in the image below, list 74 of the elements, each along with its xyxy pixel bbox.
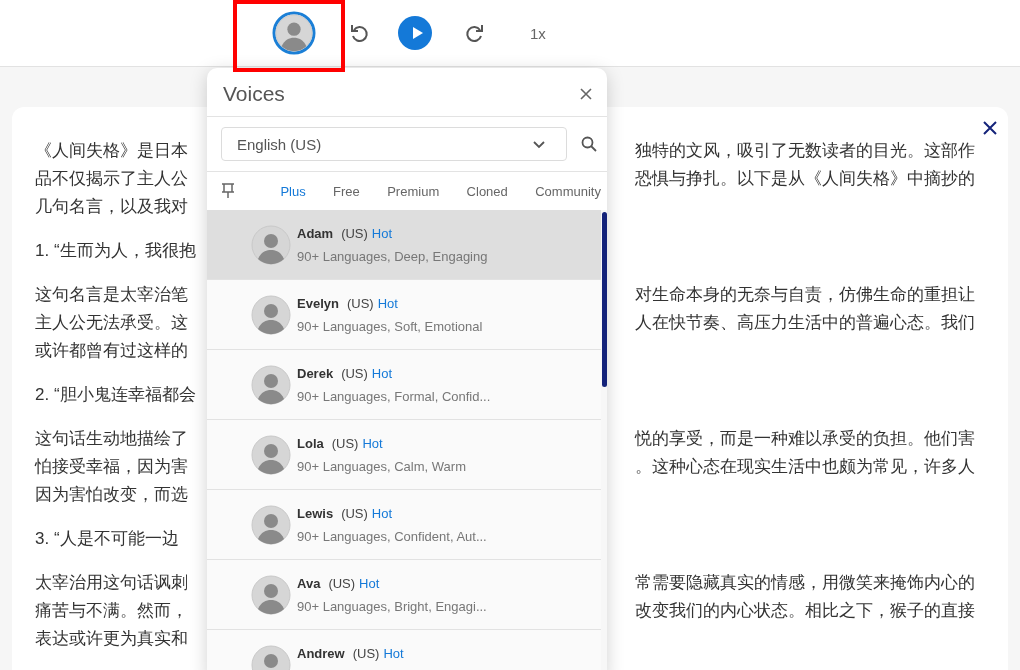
panel-title: Voices xyxy=(223,82,285,106)
voice-description: 90+ Languages, Deep, Engaging xyxy=(297,249,488,264)
voice-region: (US) xyxy=(341,506,368,521)
text-line: 这句名言是太宰治笔 xyxy=(35,284,188,306)
close-icon[interactable] xyxy=(580,88,592,100)
text-line: 3. “人是不可能一边 xyxy=(35,528,179,550)
voice-name: Lola xyxy=(297,436,324,451)
hot-label: Hot xyxy=(371,366,393,381)
speed-button[interactable]: 1x xyxy=(530,24,546,42)
voice-description: 90+ Languages, Confident, Aut... xyxy=(297,529,487,544)
text-line: 因为害怕改变，而选 xyxy=(35,484,188,506)
pin-icon[interactable] xyxy=(221,183,235,199)
play-button[interactable] xyxy=(398,16,432,50)
text-line: 这句话生动地描绘了 xyxy=(35,428,188,450)
avatar-icon[interactable] xyxy=(272,11,316,55)
tab[interactable]: Community xyxy=(535,179,601,203)
voice-region: (US) xyxy=(328,576,356,591)
rewind-icon[interactable] xyxy=(348,22,370,44)
voice-region: (US) xyxy=(346,296,374,311)
avatar-icon xyxy=(251,435,291,475)
language-dropdown[interactable]: English (US) xyxy=(221,127,567,161)
text-line: 。这种心态在现实生活中也颇为常见，许多人 xyxy=(635,456,975,478)
search-icon[interactable] xyxy=(581,136,597,152)
voice-region: (US) xyxy=(352,646,380,661)
avatar-icon xyxy=(251,365,291,405)
avatar-icon xyxy=(251,295,291,335)
voice-region: (US) xyxy=(341,226,368,241)
voice-name: Derek xyxy=(297,366,334,381)
tab[interactable]: Plus xyxy=(280,179,306,203)
hot-label: Hot xyxy=(371,506,393,521)
text-line: 几句名言，以及我对 xyxy=(35,196,188,218)
tab[interactable]: Cloned xyxy=(466,179,508,203)
hot-label: Hot xyxy=(377,296,398,311)
text-line: 或许都曾有过这样的 xyxy=(35,340,188,362)
close-icon[interactable] xyxy=(982,120,998,136)
text-line: 太宰治用这句话讽刺 xyxy=(35,572,188,594)
voice-description: 90+ Languages, Soft, Emotional xyxy=(297,319,483,334)
avatar-icon xyxy=(251,505,291,545)
voice-item[interactable]: Adam (US) Hot 90+ Languages, Deep, Engaging xyxy=(207,210,601,280)
voice-name: Evelyn xyxy=(297,296,339,311)
tab[interactable]: Free xyxy=(333,179,360,203)
avatar-icon xyxy=(251,575,291,615)
voice-name: Andrew xyxy=(297,646,345,661)
text-line: 1. “生而为人，我很抱 xyxy=(35,240,196,262)
avatar-icon xyxy=(251,225,291,265)
text-line: 品不仅揭示了主人公 xyxy=(35,168,188,190)
voice-name: Lewis xyxy=(297,506,334,521)
voice-description: 90+ Languages, Calm, Warm xyxy=(297,459,466,474)
text-line: 怕接受幸福，因为害 xyxy=(35,456,188,478)
text-line: 对生命本身的无奈与自责，仿佛生命的重担让 xyxy=(635,284,975,306)
voice-name: Adam xyxy=(297,226,334,241)
text-line: 常需要隐藏真实的情感，用微笑来掩饰内心的 xyxy=(635,572,975,594)
text-line: 人在快节奏、高压力生活中的普遍心态。我们 xyxy=(635,312,975,334)
hot-label: Hot xyxy=(383,646,404,661)
text-line: 主人公无法承受。这 xyxy=(35,312,188,334)
voice-description: 90+ Languages, Bright, Engagi... xyxy=(297,599,487,614)
hot-label: Hot xyxy=(359,576,380,591)
text-line: 2. “胆小鬼连幸福都会 xyxy=(35,384,196,406)
scrollbar-thumb[interactable] xyxy=(602,212,607,387)
text-line: 改变我们的内心状态。相比之下，猴子的直接 xyxy=(635,600,975,622)
hot-label: Hot xyxy=(371,226,393,241)
text-line: 痛苦与不满。然而， xyxy=(35,600,188,622)
hot-label: Hot xyxy=(362,436,383,451)
voice-region: (US) xyxy=(331,436,359,451)
text-line: 表达或许更为真实和 xyxy=(35,628,188,650)
forward-icon[interactable] xyxy=(464,22,486,44)
voice-region: (US) xyxy=(341,366,368,381)
tab[interactable]: Premium xyxy=(387,179,440,203)
voice-description: 90+ Languages, Formal, Confid... xyxy=(297,389,491,404)
text-line: 悦的享受，而是一种难以承受的负担。他们害 xyxy=(635,428,975,450)
text-line: 恐惧与挣扎。以下是从《人间失格》中摘抄的 xyxy=(635,168,975,190)
voice-name: Ava xyxy=(297,576,321,591)
text-line: 独特的文风，吸引了无数读者的目光。这部作 xyxy=(635,140,975,162)
text-line: 《人间失格》是日本 xyxy=(35,140,188,162)
